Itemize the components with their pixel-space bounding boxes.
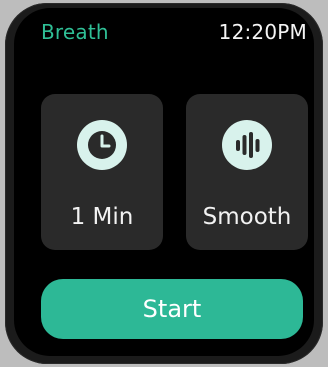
watch-screen: Breath 12:20PM 1 Min Smooth Start xyxy=(14,8,314,356)
pattern-label: Smooth xyxy=(202,204,292,230)
duration-label: 1 Min xyxy=(70,204,134,230)
app-title: Breath xyxy=(41,20,109,44)
watch-bezel: Breath 12:20PM 1 Min Smooth Start xyxy=(5,3,323,364)
start-button-label: Start xyxy=(142,295,202,323)
breathing-pattern-card[interactable]: Smooth xyxy=(186,94,308,250)
clock-time: 12:20PM xyxy=(218,20,307,44)
start-button[interactable]: Start xyxy=(41,279,303,339)
duration-setting-card[interactable]: 1 Min xyxy=(41,94,163,250)
clock-icon xyxy=(77,120,127,170)
sound-wave-icon xyxy=(222,120,272,170)
